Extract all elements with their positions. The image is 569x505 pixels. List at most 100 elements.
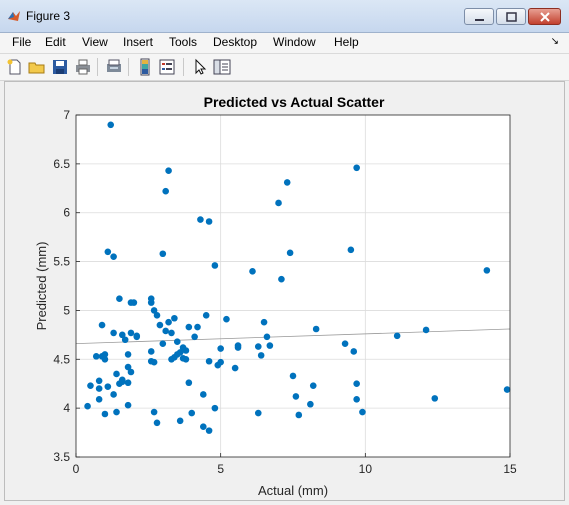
- scatter-point: [153, 312, 161, 319]
- scatter-point: [359, 408, 366, 416]
- y-tick-label: 4: [63, 401, 70, 415]
- scatter-point: [234, 344, 242, 351]
- scatter-point: [127, 368, 135, 376]
- scatter-point: [118, 378, 126, 386]
- scatter-point: [107, 121, 115, 129]
- scatter-point: [202, 312, 210, 319]
- menubar: File Edit View Insert Tools Desktop Wind…: [0, 33, 569, 54]
- y-tick-label: 3.5: [53, 450, 70, 464]
- scatter-point: [254, 409, 262, 417]
- scatter-point: [223, 315, 230, 323]
- scatter-point: [275, 199, 282, 207]
- close-button[interactable]: [528, 8, 561, 25]
- y-tick-label: 5.5: [53, 255, 70, 269]
- menu-tools[interactable]: Tools: [169, 35, 197, 49]
- x-tick-label: 10: [359, 462, 373, 476]
- scatter-point: [286, 249, 294, 257]
- menu-file[interactable]: File: [12, 35, 31, 49]
- scatter-point: [101, 351, 109, 358]
- scatter-point: [121, 336, 129, 344]
- scatter-point: [104, 248, 112, 256]
- chart-title: Predicted vs Actual Scatter: [204, 94, 385, 110]
- window-title: Figure 3: [26, 9, 71, 23]
- scatter-point: [205, 357, 213, 365]
- scatter-point: [104, 383, 112, 390]
- scatter-point: [168, 329, 175, 337]
- scatter-point: [92, 353, 100, 360]
- scatter-point: [211, 262, 219, 269]
- insert-colorbar-icon[interactable]: [136, 58, 154, 76]
- scatter-point: [182, 347, 190, 354]
- scatter-point: [503, 386, 511, 393]
- scatter-point: [159, 250, 167, 258]
- scatter-point: [393, 332, 401, 340]
- scatter-point: [98, 321, 106, 329]
- toolbar-separator: [128, 58, 129, 76]
- scatter-point: [249, 268, 256, 275]
- scatter-point: [153, 419, 161, 427]
- scatter-point: [292, 393, 300, 400]
- scatter-point: [200, 391, 207, 398]
- menu-edit[interactable]: Edit: [45, 35, 66, 49]
- scatter-point: [231, 364, 239, 372]
- open-file-icon[interactable]: [28, 58, 46, 76]
- scatter-point: [95, 396, 103, 403]
- scatter-point: [289, 372, 297, 380]
- scatter-point: [191, 333, 198, 341]
- y-tick-label: 6.5: [53, 157, 70, 171]
- scatter-point: [110, 253, 117, 260]
- y-tick-label: 5: [63, 303, 70, 317]
- maximize-button[interactable]: [496, 8, 526, 25]
- scatter-point: [113, 408, 120, 416]
- menu-help[interactable]: Help: [334, 35, 359, 49]
- scatter-point: [185, 323, 193, 331]
- dock-arrow-icon[interactable]: ↘: [551, 36, 559, 47]
- scatter-point: [341, 340, 349, 347]
- new-figure-icon[interactable]: [6, 58, 24, 76]
- scatter-point: [127, 329, 135, 337]
- scatter-point: [124, 379, 132, 387]
- toolbar-separator: [97, 58, 98, 76]
- scatter-point: [217, 345, 224, 352]
- insert-legend-icon[interactable]: [158, 58, 176, 76]
- y-tick-label: 4.5: [53, 352, 70, 366]
- print-preview-icon[interactable]: [105, 58, 123, 76]
- y-tick-label: 6: [63, 206, 70, 220]
- scatter-point: [263, 333, 271, 341]
- scatter-point: [185, 379, 193, 387]
- scatter-point: [260, 318, 268, 326]
- toolbar: [0, 54, 569, 81]
- scatter-point: [87, 382, 94, 389]
- scatter-point: [309, 382, 317, 389]
- scatter-point: [197, 216, 204, 223]
- scatter-point: [124, 401, 132, 409]
- scatter-point: [350, 348, 358, 355]
- scatter-point: [347, 246, 355, 254]
- figure-area: Predicted vs Actual Scatter 0 5 10 15 3.5 4 4.…: [4, 81, 565, 501]
- x-axis-label: Actual (mm): [258, 483, 328, 498]
- minimize-icon: [475, 19, 484, 21]
- scatter-point: [95, 377, 103, 385]
- save-icon[interactable]: [51, 58, 69, 76]
- scatter-point: [283, 179, 291, 186]
- menu-view[interactable]: View: [82, 35, 108, 49]
- scatter-point: [150, 358, 158, 366]
- scatter-point: [165, 167, 172, 174]
- maximize-icon: [506, 12, 517, 22]
- scatter-point: [130, 299, 138, 306]
- scatter-point: [353, 380, 360, 388]
- menu-insert[interactable]: Insert: [123, 35, 153, 49]
- property-editor-icon[interactable]: [213, 58, 231, 76]
- scatter-point: [278, 275, 285, 283]
- scatter-point: [266, 342, 274, 349]
- scatter-point: [205, 218, 213, 225]
- scatter-point: [200, 423, 207, 431]
- scatter-point: [422, 326, 430, 334]
- scatter-point: [116, 295, 123, 303]
- scatter-point: [483, 267, 491, 274]
- menu-window[interactable]: Window: [273, 35, 316, 49]
- print-icon[interactable]: [74, 58, 92, 76]
- pointer-icon[interactable]: [191, 58, 209, 76]
- minimize-button[interactable]: [464, 8, 494, 25]
- menu-desktop[interactable]: Desktop: [213, 35, 257, 49]
